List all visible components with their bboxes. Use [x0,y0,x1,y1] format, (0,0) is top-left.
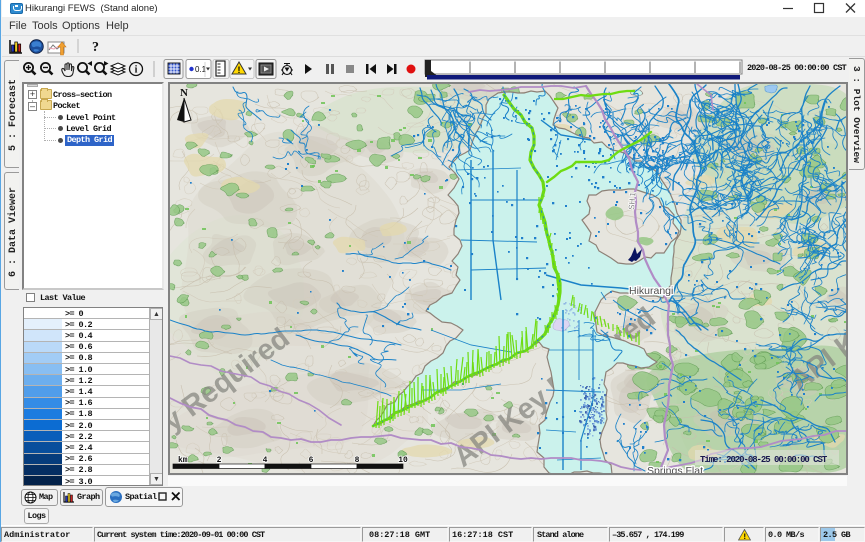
svg-text:8: 8 [355,456,360,465]
svg-text:Hikurangi: Hikurangi [629,285,673,297]
svg-text:SH 1: SH 1 [627,191,638,210]
svg-text:2: 2 [217,456,222,465]
svg-text:6: 6 [309,456,314,465]
svg-text:i: i [135,65,138,76]
svg-text:Springs Flat: Springs Flat [647,465,703,473]
svg-text:Time: 2020-08-25 00:00:00 CST: Time: 2020-08-25 00:00:00 CST [700,455,828,465]
svg-text:10: 10 [398,456,408,465]
svg-text:N: N [180,87,188,99]
svg-text:4: 4 [263,456,268,465]
svg-text:!: ! [742,533,746,541]
svg-text:2020-08-25 00:00:00 CST: 2020-08-25 00:00:00 CST [747,63,847,73]
svg-text:km: km [178,456,188,465]
svg-text:?: ? [92,40,99,55]
svg-text:!: ! [238,65,241,75]
